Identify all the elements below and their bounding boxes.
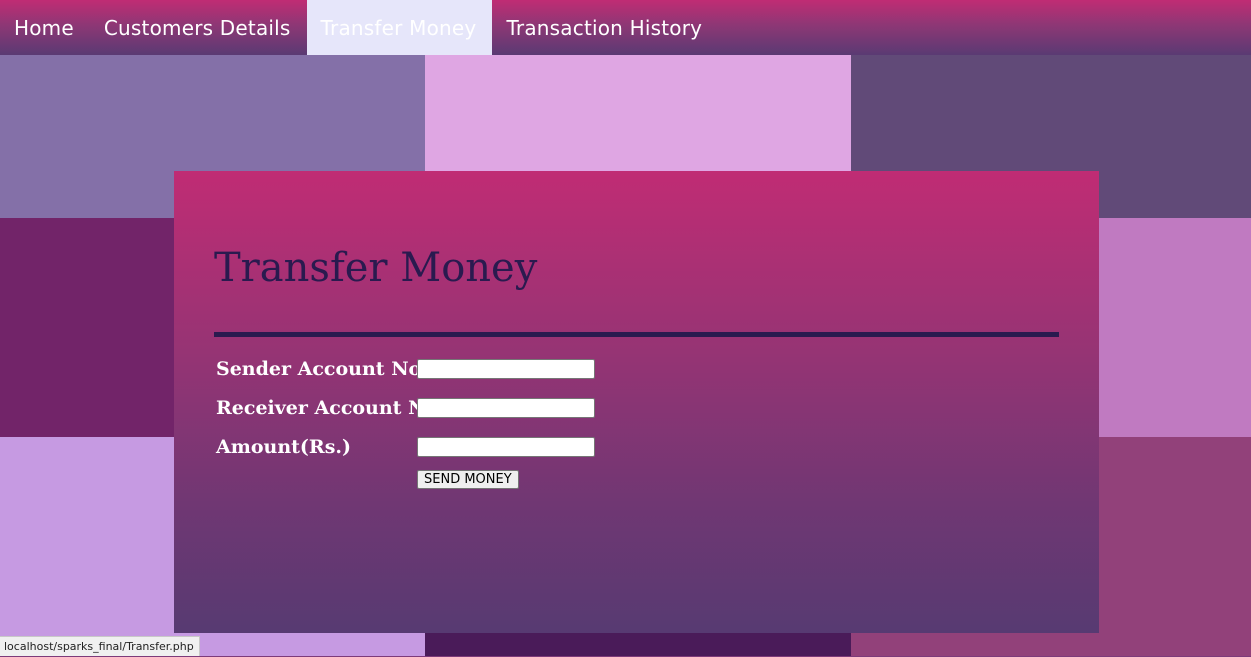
status-bar-url: localhost/sparks_final/Transfer.php <box>0 636 200 656</box>
amount-input[interactable] <box>417 437 595 457</box>
title-divider <box>214 332 1059 337</box>
sender-row: Sender Account No <box>216 358 595 380</box>
transfer-form-panel: Transfer Money Sender Account No Receive… <box>174 171 1099 633</box>
amount-row: Amount(Rs.) <box>216 436 595 458</box>
nav-customers-details-link[interactable]: Customers Details <box>90 0 307 55</box>
receiver-account-input[interactable] <box>417 398 595 418</box>
receiver-account-label: Receiver Account No <box>216 397 439 419</box>
receiver-row: Receiver Account No <box>216 397 595 419</box>
amount-label: Amount(Rs.) <box>216 436 352 458</box>
sender-account-input[interactable] <box>417 359 595 379</box>
nav-home-link[interactable]: Home <box>0 0 90 55</box>
send-money-button[interactable]: SEND MONEY <box>417 470 519 489</box>
page-title: Transfer Money <box>214 245 538 291</box>
nav-transfer-money-link[interactable]: Transfer Money <box>306 0 493 55</box>
sender-account-label: Sender Account No <box>216 358 422 380</box>
top-navbar: Home Customers Details Transfer Money Tr… <box>0 0 1251 55</box>
nav-transaction-history-link[interactable]: Transaction History <box>492 0 718 55</box>
